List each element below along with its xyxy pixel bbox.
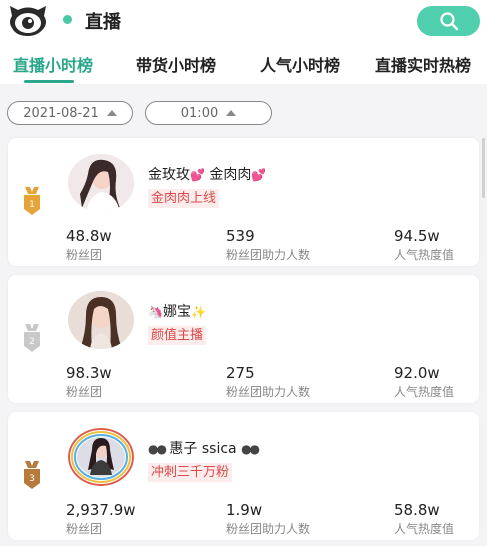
supporters-value: 1.9w — [226, 501, 263, 519]
stream-tagline: 颜值主播 — [148, 326, 207, 345]
search-icon — [440, 12, 459, 31]
streamer-name[interactable]: 金玫玫💕 金肉肉💕 — [148, 164, 266, 184]
sparkling-heart-icon: 💕 — [190, 168, 205, 182]
rank-medal-icon: 2 — [24, 324, 40, 352]
supporters-value: 539 — [226, 227, 255, 245]
ranking-tabs: 直播小时榜 带货小时榜 人气小时榜 直播实时热榜 — [0, 44, 487, 84]
tab-live-realtime[interactable]: 直播实时热榜 — [375, 52, 471, 76]
stream-tagline: 冲刺三千万粉 — [148, 463, 233, 482]
avatar[interactable] — [68, 154, 134, 212]
tab-popularity-hourly[interactable]: 人气小时榜 — [260, 52, 340, 76]
supporters-value: 275 — [226, 364, 255, 382]
scrollbar[interactable] — [482, 138, 485, 198]
traffic-light-icon: ●● — [241, 442, 260, 456]
date-selector[interactable]: 2021-08-21 — [7, 101, 133, 125]
popularity-label: 人气热度值 — [394, 385, 455, 399]
unicorn-icon: 🦄 — [148, 305, 163, 319]
avatar[interactable] — [68, 428, 134, 486]
stream-tagline: 金肉肉上线 — [148, 189, 220, 208]
avatar-photo — [68, 291, 134, 349]
rank-medal-icon: 1 — [24, 187, 40, 215]
popularity-value: 58.8w — [394, 501, 440, 519]
name-part: 金玫玫 — [148, 167, 190, 183]
fan-club-label: 粉丝团 — [66, 385, 103, 399]
caret-up-icon — [106, 110, 117, 116]
rank-number: 1 — [29, 200, 35, 210]
tab-sales-hourly[interactable]: 带货小时榜 — [136, 52, 216, 76]
status-dot — [63, 15, 72, 24]
fan-club-value: 48.8w — [66, 227, 112, 245]
rank-medal-icon: 3 — [24, 461, 40, 489]
traffic-light-icon: ●● — [148, 442, 167, 456]
search-button[interactable] — [417, 6, 480, 36]
avatar-photo — [68, 154, 134, 212]
popularity-value: 92.0w — [394, 364, 440, 382]
name-part: 金肉肉 — [209, 167, 252, 183]
tab-live-hourly[interactable]: 直播小时榜 — [13, 52, 93, 76]
popularity-value: 94.5w — [394, 227, 440, 245]
fan-club-label: 粉丝团 — [66, 522, 103, 536]
supporters-label: 粉丝团助力人数 — [226, 522, 311, 536]
popularity-label: 人气热度值 — [394, 522, 455, 536]
fan-club-value: 98.3w — [66, 364, 112, 382]
name-part: 惠子 ssica — [169, 441, 237, 457]
sparkles-icon: ✨ — [190, 305, 206, 319]
supporters-label: 粉丝团助力人数 — [226, 248, 311, 262]
hour-selector[interactable]: 01:00 — [145, 101, 272, 125]
active-tab-indicator — [24, 80, 74, 83]
name-part: 娜宝 — [162, 304, 191, 320]
streamer-name[interactable]: 🦄娜宝✨ — [148, 301, 206, 321]
popularity-label: 人气热度值 — [394, 248, 455, 262]
ranking-card[interactable]: 1 金玫玫💕 金肉肉💕 金肉肉上线 48.8w 粉丝团 539 粉丝团助力人数 … — [8, 138, 479, 266]
date-value: 2021-08-21 — [23, 105, 99, 121]
rank-number: 2 — [29, 337, 35, 347]
avatar[interactable] — [68, 291, 134, 349]
hour-value: 01:00 — [180, 105, 219, 121]
avatar-photo — [68, 428, 134, 486]
caret-up-icon — [226, 110, 237, 116]
page-title: 直播 — [85, 12, 121, 33]
sparkling-heart-icon: 💕 — [251, 168, 267, 182]
filter-bar: 2021-08-21 01:00 — [0, 84, 487, 138]
ranking-card[interactable]: 3 ●● 惠子 ssica ●● 冲刺三千万粉 2,937.9w 粉丝团 1.9… — [8, 412, 479, 540]
rank-number: 3 — [29, 474, 35, 484]
fan-club-label: 粉丝团 — [66, 248, 103, 262]
eye-logo-icon[interactable] — [4, 2, 52, 38]
streamer-name[interactable]: ●● 惠子 ssica ●● — [148, 438, 260, 458]
app-header: 直播 — [0, 0, 487, 44]
ranking-card[interactable]: 2 🦄娜宝✨ 颜值主播 98.3w 粉丝团 275 粉丝团助力人数 92.0w … — [8, 275, 479, 403]
fan-club-value: 2,937.9w — [66, 501, 136, 519]
supporters-label: 粉丝团助力人数 — [226, 385, 311, 399]
